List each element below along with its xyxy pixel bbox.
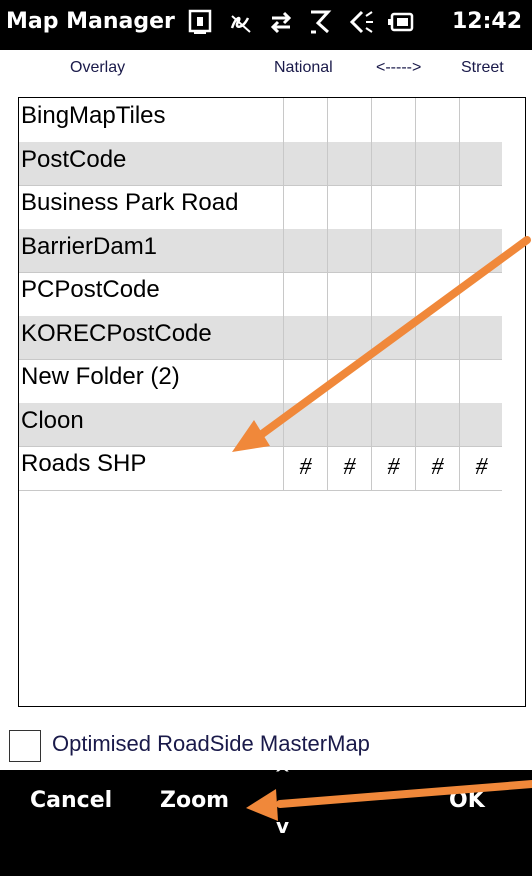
overlay-row[interactable]: PCPostCode — [19, 272, 502, 316]
overlay-name[interactable]: Cloon — [21, 407, 84, 435]
keyboard-icon[interactable] — [188, 8, 214, 36]
column-header-national: National — [274, 59, 333, 76]
optimised-roadside-checkbox[interactable] — [9, 730, 41, 762]
row-divider — [19, 489, 502, 491]
zoom-level-cell[interactable] — [283, 141, 327, 185]
app-title: Map Manager — [6, 9, 175, 34]
zoom-level-cell[interactable]: # — [283, 446, 327, 490]
zoom-level-cell[interactable] — [415, 141, 459, 185]
overlay-name[interactable]: PCPostCode — [21, 276, 160, 304]
zoom-level-cell[interactable] — [459, 228, 503, 272]
zoom-level-cell[interactable] — [327, 402, 371, 446]
overlay-row[interactable]: Roads SHP # # # # # — [19, 446, 502, 490]
zoom-level-cell[interactable] — [415, 272, 459, 316]
overlay-name[interactable]: KORECPostCode — [21, 320, 212, 348]
overlay-name[interactable]: BarrierDam1 — [21, 233, 157, 261]
battery-icon — [388, 8, 414, 36]
column-header-street: Street — [461, 59, 504, 76]
zoom-level-cell[interactable] — [459, 359, 503, 403]
overlay-row[interactable]: PostCode — [19, 141, 503, 185]
overlay-row[interactable]: BarrierDam1 — [19, 228, 503, 272]
zoom-level-cell[interactable] — [459, 98, 503, 142]
zoom-level-cell[interactable] — [327, 359, 371, 403]
sync-icon — [268, 8, 294, 36]
overlay-name[interactable]: Business Park Road — [21, 189, 238, 217]
zoom-level-cell[interactable] — [371, 315, 415, 359]
column-header-overlay: Overlay — [70, 59, 126, 76]
zoom-level-cell[interactable] — [371, 402, 415, 446]
title-bar: Map Manager 12:42 — [0, 0, 532, 50]
zoom-level-cell[interactable]: # — [415, 446, 459, 490]
zoom-level-cell[interactable] — [283, 272, 327, 316]
zoom-level-cell[interactable]: # — [327, 446, 371, 490]
zoom-level-cell[interactable] — [327, 98, 371, 142]
zoom-level-cell[interactable] — [459, 402, 503, 446]
overlay-name[interactable]: PostCode — [21, 146, 126, 174]
overlay-row[interactable]: KORECPostCode — [19, 315, 503, 359]
signal-icon — [308, 8, 334, 36]
overlay-row[interactable]: BingMapTiles — [19, 98, 502, 142]
zoom-level-cell[interactable]: # — [459, 446, 503, 490]
overlay-row[interactable]: Business Park Road — [19, 185, 502, 229]
zoom-level-cell[interactable] — [459, 141, 503, 185]
zoom-level-cell[interactable] — [371, 359, 415, 403]
zoom-level-cell[interactable] — [371, 185, 415, 229]
clock: 12:42 — [452, 9, 523, 34]
zoom-level-cell[interactable] — [371, 141, 415, 185]
zoom-level-cell[interactable] — [415, 185, 459, 229]
zoom-level-cell[interactable] — [415, 359, 459, 403]
zoom-level-cell[interactable] — [327, 141, 371, 185]
zoom-level-cell[interactable] — [459, 315, 503, 359]
zoom-level-cell[interactable] — [371, 228, 415, 272]
zoom-level-cell[interactable] — [459, 185, 503, 229]
ok-button[interactable]: OK — [449, 788, 485, 813]
zoom-level-cell[interactable] — [459, 272, 503, 316]
zoom-level-cell[interactable] — [415, 315, 459, 359]
scroll-up-button[interactable]: ^ — [274, 762, 291, 786]
volume-icon — [348, 8, 374, 36]
zoom-level-cell[interactable]: # — [371, 446, 415, 490]
softkey-bar: Cancel Zoom ^ v OK — [0, 762, 532, 876]
cancel-button[interactable]: Cancel — [30, 788, 112, 813]
zoom-level-cell[interactable] — [371, 98, 415, 142]
optimised-roadside-label[interactable]: Optimised RoadSide MasterMap — [52, 731, 370, 757]
overlay-table[interactable]: BingMapTiles PostCode Business Park Road Ba… — [18, 97, 526, 707]
zoom-button[interactable]: Zoom — [160, 788, 229, 813]
zoom-level-cell[interactable] — [327, 228, 371, 272]
zoom-level-cell[interactable] — [283, 315, 327, 359]
column-header-arrow: <-----> — [376, 59, 422, 76]
zoom-level-cell[interactable] — [371, 272, 415, 316]
overlay-row[interactable]: New Folder (2) — [19, 359, 502, 403]
zoom-level-cell[interactable] — [327, 315, 371, 359]
scroll-down-button[interactable]: v — [276, 814, 289, 838]
zoom-level-cell[interactable] — [415, 228, 459, 272]
zoom-level-cell[interactable] — [283, 402, 327, 446]
zoom-level-cell[interactable] — [327, 272, 371, 316]
overlay-name[interactable]: Roads SHP — [21, 450, 146, 478]
overlay-name[interactable]: New Folder (2) — [21, 363, 180, 391]
zoom-level-cell[interactable] — [283, 359, 327, 403]
zoom-level-cell[interactable] — [415, 98, 459, 142]
zoom-level-cell[interactable] — [283, 228, 327, 272]
zoom-level-cell[interactable] — [415, 402, 459, 446]
status-icons — [188, 8, 414, 36]
connectivity-icon — [228, 8, 254, 36]
zoom-level-cell[interactable] — [283, 185, 327, 229]
zoom-level-cell[interactable] — [283, 98, 327, 142]
zoom-level-cell[interactable] — [327, 185, 371, 229]
overlay-name[interactable]: BingMapTiles — [21, 102, 166, 130]
overlay-row[interactable]: Cloon — [19, 402, 503, 446]
